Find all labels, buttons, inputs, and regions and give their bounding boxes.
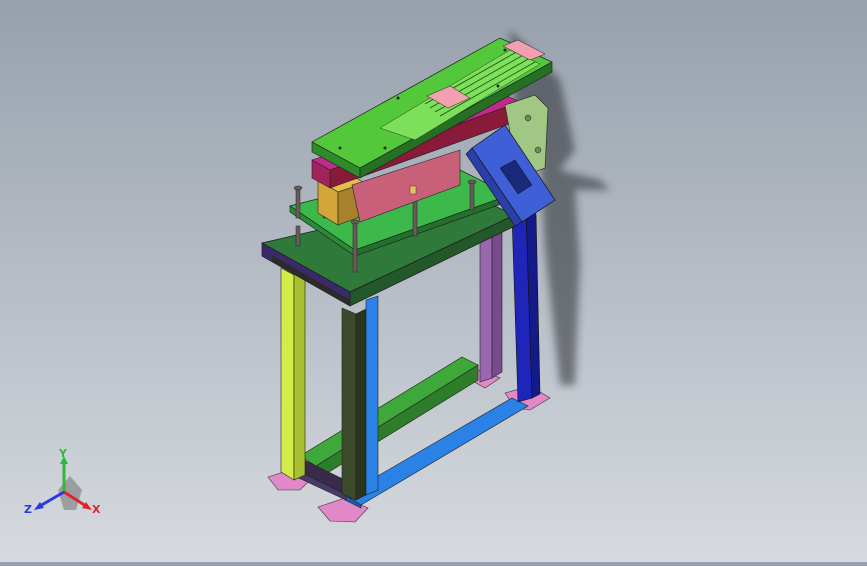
model-canvas[interactable]: [0, 0, 867, 562]
y-axis-label: Y: [59, 447, 67, 460]
view-triad[interactable]: Y X Z: [22, 448, 106, 524]
z-axis-label: Z: [24, 503, 32, 516]
z-axis-line: [39, 490, 65, 508]
3d-viewport[interactable]: [0, 0, 867, 562]
x-axis-label: X: [92, 503, 101, 516]
